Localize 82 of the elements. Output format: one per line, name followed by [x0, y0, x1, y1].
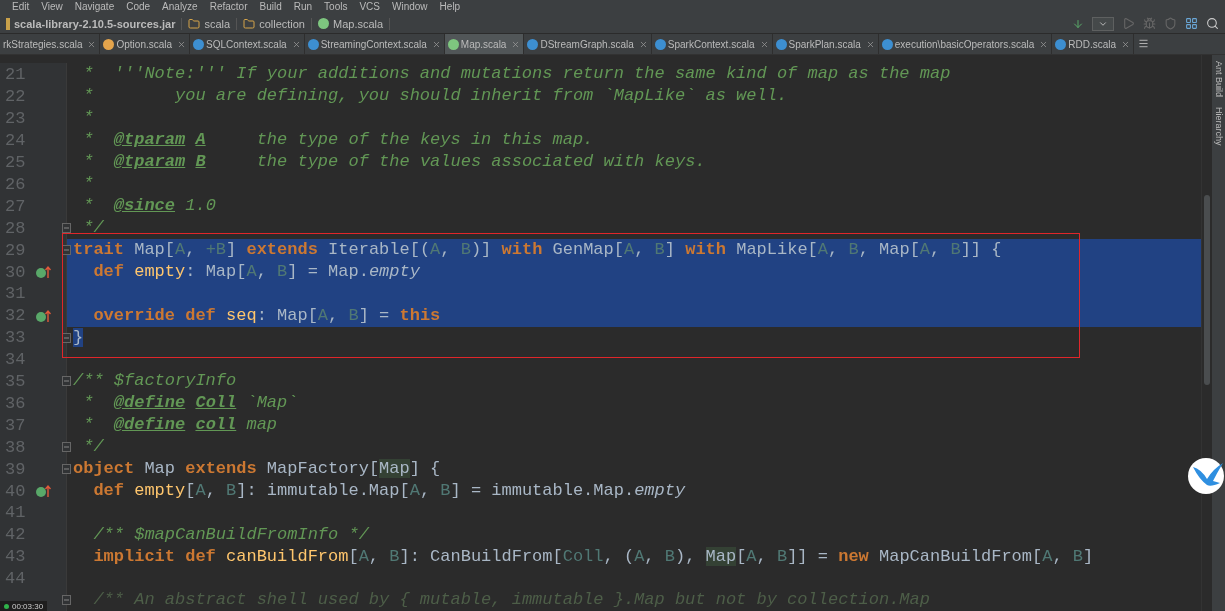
code-line: implicit def canBuildFrom[A, B]: CanBuildFrom[Coll, (A, B), Map[A, B]] = new MapCanBuildFrom[A, B] — [92, 545, 1095, 568]
code-line: * — [82, 107, 95, 129]
fold-icon[interactable] — [62, 332, 71, 343]
close-icon[interactable] — [865, 39, 875, 49]
editor-tab[interactable]: execution\basicOperators.scala — [878, 34, 1053, 54]
menu-item[interactable]: Window — [392, 1, 428, 13]
fold-icon[interactable] — [62, 464, 71, 474]
code-line: /** $mapCanBuildFromInfo */ — [92, 523, 371, 546]
class-icon — [307, 38, 319, 50]
code-line: * @since 1.0 — [82, 195, 217, 217]
editor-tab[interactable]: SparkPlan.scala — [772, 34, 879, 54]
code-line: * @define coll map — [82, 414, 279, 436]
breadcrumb[interactable]: collection — [259, 17, 305, 30]
fold-icon[interactable] — [62, 442, 71, 452]
editor-tab[interactable]: StreamingContext.scala — [304, 34, 445, 54]
menu-item[interactable]: Navigate — [74, 1, 115, 13]
code-line: * — [82, 173, 95, 195]
code-line: * @define Coll `Map` — [82, 392, 299, 414]
editor-tab[interactable]: SQLContext.scala — [190, 34, 305, 54]
menu-item[interactable]: Edit — [12, 1, 30, 13]
class-icon — [1055, 38, 1067, 50]
close-icon[interactable] — [511, 39, 521, 49]
menu-item[interactable]: Build — [259, 1, 282, 13]
structure-icon[interactable] — [1185, 17, 1198, 30]
close-icon[interactable] — [431, 39, 441, 49]
class-icon — [527, 38, 539, 50]
archive-icon — [6, 17, 10, 30]
editor-tab[interactable]: Map.scala — [444, 34, 525, 54]
class-icon — [881, 38, 893, 50]
debug-icon[interactable] — [1143, 17, 1156, 30]
fold-icon[interactable] — [62, 595, 71, 605]
code-line: * '''Note:''' If your additions and mutations return the same kind of map as the map — [82, 63, 952, 85]
close-icon[interactable] — [87, 39, 97, 49]
folder-icon — [188, 17, 201, 30]
scrollbar-thumb[interactable] — [1204, 195, 1210, 385]
editor-tab[interactable]: rkStrategies.scala — [0, 34, 101, 54]
close-icon[interactable] — [1039, 39, 1049, 49]
fold-icon[interactable] — [62, 223, 71, 233]
code-line: */ — [82, 436, 105, 458]
editor-tab[interactable]: Option.scala — [100, 34, 191, 54]
menu-item[interactable]: Refactor — [209, 1, 248, 13]
menu-item[interactable]: Tools — [324, 1, 348, 13]
close-icon[interactable] — [759, 39, 769, 49]
run-config-dropdown[interactable] — [1092, 16, 1114, 31]
menu-item[interactable]: Help — [439, 1, 461, 13]
menu-item[interactable]: Code — [126, 1, 151, 13]
tool-window-button[interactable]: Hierarchy — [1213, 107, 1224, 146]
close-icon[interactable] — [1121, 39, 1131, 49]
object-icon — [103, 38, 115, 50]
editor-tab[interactable]: DStreamGraph.scala — [524, 34, 652, 54]
editor-tab[interactable]: RDD.scala — [1052, 34, 1135, 54]
search-icon[interactable] — [1206, 17, 1219, 30]
code-line: * @tparam A the type of the keys in this map. — [82, 129, 595, 151]
code-line: */ — [82, 217, 105, 239]
menu-item[interactable]: View — [41, 1, 63, 13]
tab-list-icon[interactable] — [1138, 38, 1150, 49]
tool-window-button[interactable]: Ant Build — [1213, 61, 1224, 98]
code-line: def empty[A, B]: immutable.Map[A, B] = immutable.Map.empty — [92, 480, 687, 502]
fold-icon[interactable] — [62, 245, 71, 255]
recording-timer: 00:03:30 — [0, 601, 48, 611]
run-icon[interactable] — [1122, 17, 1135, 30]
class-icon — [654, 38, 666, 50]
menu-item[interactable]: VCS — [359, 1, 380, 13]
class-icon — [193, 38, 205, 50]
bird-icon[interactable] — [1187, 457, 1225, 495]
close-icon[interactable] — [291, 39, 301, 49]
close-icon[interactable] — [638, 39, 648, 49]
close-icon[interactable] — [177, 39, 187, 49]
fold-icon[interactable] — [62, 376, 71, 386]
trait-icon — [318, 18, 329, 29]
code-line: /** $factoryInfo — [72, 370, 238, 392]
class-icon — [775, 38, 787, 50]
menu-item[interactable]: Run — [293, 1, 313, 13]
breadcrumb[interactable]: scala — [204, 17, 231, 30]
folder-icon — [243, 17, 256, 30]
code-line: * @tparam B the type of the values associated with keys. — [82, 151, 707, 173]
code-line: * you are defining, you should inherit from `MapLike` as well. — [82, 85, 789, 107]
editor-tab[interactable]: SparkContext.scala — [651, 34, 773, 54]
menu-item[interactable]: Analyze — [162, 1, 198, 13]
breadcrumb[interactable]: Map.scala — [333, 17, 384, 30]
breadcrumb[interactable]: scala-library-2.10.5-sources.jar — [14, 17, 176, 30]
trait-icon — [447, 38, 459, 50]
